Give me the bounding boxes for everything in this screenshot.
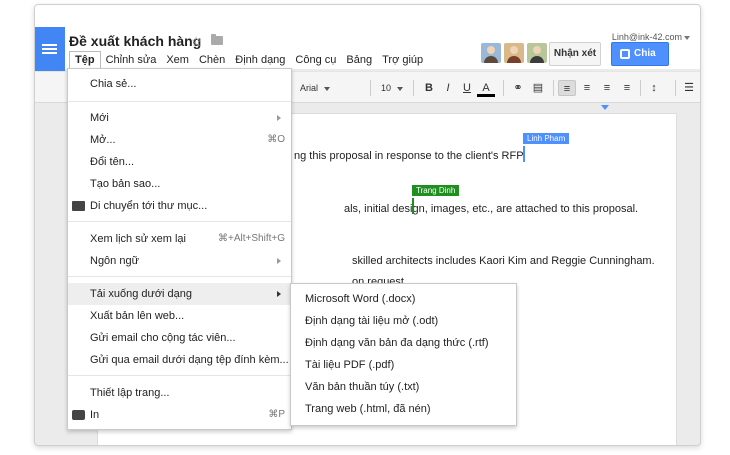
menu-item-label: Thiết lập trang... [90,387,170,399]
align-right-icon[interactable]: ≡ [598,80,616,96]
account-email: Linh@ink-42.com [611,32,682,42]
avatar[interactable] [481,43,501,63]
menu-item-label: Di chuyển tới thư mục... [90,200,208,212]
comment-icon[interactable]: ▤ [529,80,547,96]
download-docx[interactable]: Microsoft Word (.docx) [291,288,516,310]
menu-divider [68,221,291,222]
menu-table[interactable]: Bảng [341,53,377,71]
file-menu: Chia sẻ... Mới Mở... ⌘O Đổi tên... Tạo bả… [67,68,292,430]
menu-item-open[interactable]: Mở... ⌘O [68,129,291,151]
shortcut: ⌘+Alt+Shift+G [218,233,285,244]
lock-icon [620,49,630,59]
document-title[interactable]: Đề xuất khách hàng [69,33,201,49]
shortcut: ⌘O [267,134,285,145]
doc-line: als, initial design, images, etc., are a… [344,203,639,215]
chevron-down-icon [397,86,404,91]
download-html[interactable]: Trang web (.html, đã nén) [291,398,516,420]
menu-item-make-copy[interactable]: Tạo bản sao... [68,173,291,195]
menu-item-new[interactable]: Mới [68,107,291,129]
menu-item-email-collaborators[interactable]: Gửi email cho cộng tác viên... [68,327,291,349]
menu-item-label: Gửi email cho cộng tác viên... [90,332,236,344]
font-value: Arial [300,83,319,93]
menu-item-label: In [90,409,100,421]
collaborator-cursor [523,146,525,162]
menu-item-label: Xuất bản lên web... [90,310,185,322]
menu-item-label: Tải xuống dưới dạng [90,288,193,300]
menu-item-print[interactable]: In ⌘P [68,404,291,426]
menu-item-label: Xem lịch sử xem lại [90,233,186,245]
avatar[interactable] [504,43,524,63]
menu-item-label: Đổi tên... [90,156,135,168]
chevron-right-icon [277,258,281,264]
folder-icon[interactable] [211,34,223,45]
printer-icon [72,410,85,420]
menu-divider [68,276,291,277]
share-button[interactable]: Chia sẻ [611,42,669,81]
font-size-select[interactable]: 10 [381,79,411,97]
menu-divider [68,101,291,102]
underline-button[interactable]: U [458,80,476,96]
italic-button[interactable]: I [439,80,457,96]
account-menu[interactable]: Linh@ink-42.com [612,32,690,42]
menu-divider [68,375,291,376]
download-odt[interactable]: Định dạng tài liệu mở (.odt) [291,310,516,332]
menu-item-language[interactable]: Ngôn ngữ [68,250,291,272]
divider [553,80,554,96]
star-icon[interactable]: ☆ [190,33,203,50]
divider [640,80,641,96]
menu-item-share[interactable]: Chia sẻ... [68,73,291,95]
align-left-icon[interactable]: ≡ [558,80,576,96]
numbered-list-icon[interactable]: ☰ [680,80,698,96]
chevron-down-icon [684,35,690,40]
font-select[interactable]: Arial [300,79,350,97]
download-txt[interactable]: Văn bản thuần túy (.txt) [291,376,516,398]
chevron-right-icon [277,115,281,121]
align-justify-icon[interactable]: ≡ [618,80,636,96]
menu-item-label: Mở... [90,134,116,146]
menu-item-page-setup[interactable]: Thiết lập trang... [68,382,291,404]
download-pdf[interactable]: Tài liệu PDF (.pdf) [291,354,516,376]
collaborator-cursor [412,198,414,214]
menu-item-publish-to-web[interactable]: Xuất bản lên web... [68,305,291,327]
divider [503,80,504,96]
menu-item-revision-history[interactable]: Xem lịch sử xem lại ⌘+Alt+Shift+G [68,228,291,250]
menu-help[interactable]: Trợ giúp [377,53,428,71]
avatar[interactable] [527,43,547,63]
menu-item-email-as-attachment[interactable]: Gửi qua email dưới dạng tệp đính kèm... [68,349,291,371]
menu-item-label: Tạo bản sao... [90,178,161,190]
menu-item-rename[interactable]: Đổi tên... [68,151,291,173]
menu-item-move-to-folder[interactable]: Di chuyển tới thư mục... [68,195,291,217]
docs-logo-icon[interactable] [35,27,65,77]
bold-button[interactable]: B [420,80,438,96]
divider [370,80,371,96]
menu-tools[interactable]: Công cụ [290,53,341,71]
indent-marker-icon[interactable] [601,105,609,110]
collaborator-label: Trang Dinh [412,185,460,196]
line-spacing-icon[interactable]: ↕ [645,80,663,96]
download-rtf[interactable]: Định dạng văn bản đa dạng thức (.rtf) [291,332,516,354]
menu-item-label: Chia sẻ... [90,78,137,90]
chevron-right-icon [277,291,281,297]
doc-line: ng this proposal in response to the clie… [294,150,526,162]
menu-item-label: Ngôn ngữ [90,255,139,267]
header: Đề xuất khách hàng ☆ Linh@ink-42.com Nhậ… [35,5,700,81]
folder-icon [72,201,85,211]
download-submenu: Microsoft Word (.docx) Định dạng tài liệ… [290,283,517,426]
collaborator-label: Linh Pham [523,133,570,144]
divider [675,80,676,96]
comments-button[interactable]: Nhận xét [549,42,601,66]
menu-bar: Tệp Chỉnh sửa Xem Chèn Định dạng Công cụ… [69,51,428,71]
shortcut: ⌘P [268,409,285,420]
text-color-button[interactable]: A [477,80,495,97]
align-center-icon[interactable]: ≡ [578,80,596,96]
font-size-value: 10 [381,83,392,93]
chevron-down-icon [324,86,331,91]
menu-item-label: Mới [90,112,109,124]
menu-item-download-as[interactable]: Tải xuống dưới dạng [68,283,291,305]
doc-line: skilled architects includes Kaori Kim an… [352,255,655,267]
menu-item-label: Gửi qua email dưới dạng tệp đính kèm... [90,354,289,366]
divider [413,80,414,96]
link-icon[interactable]: ⚭ [509,80,527,96]
